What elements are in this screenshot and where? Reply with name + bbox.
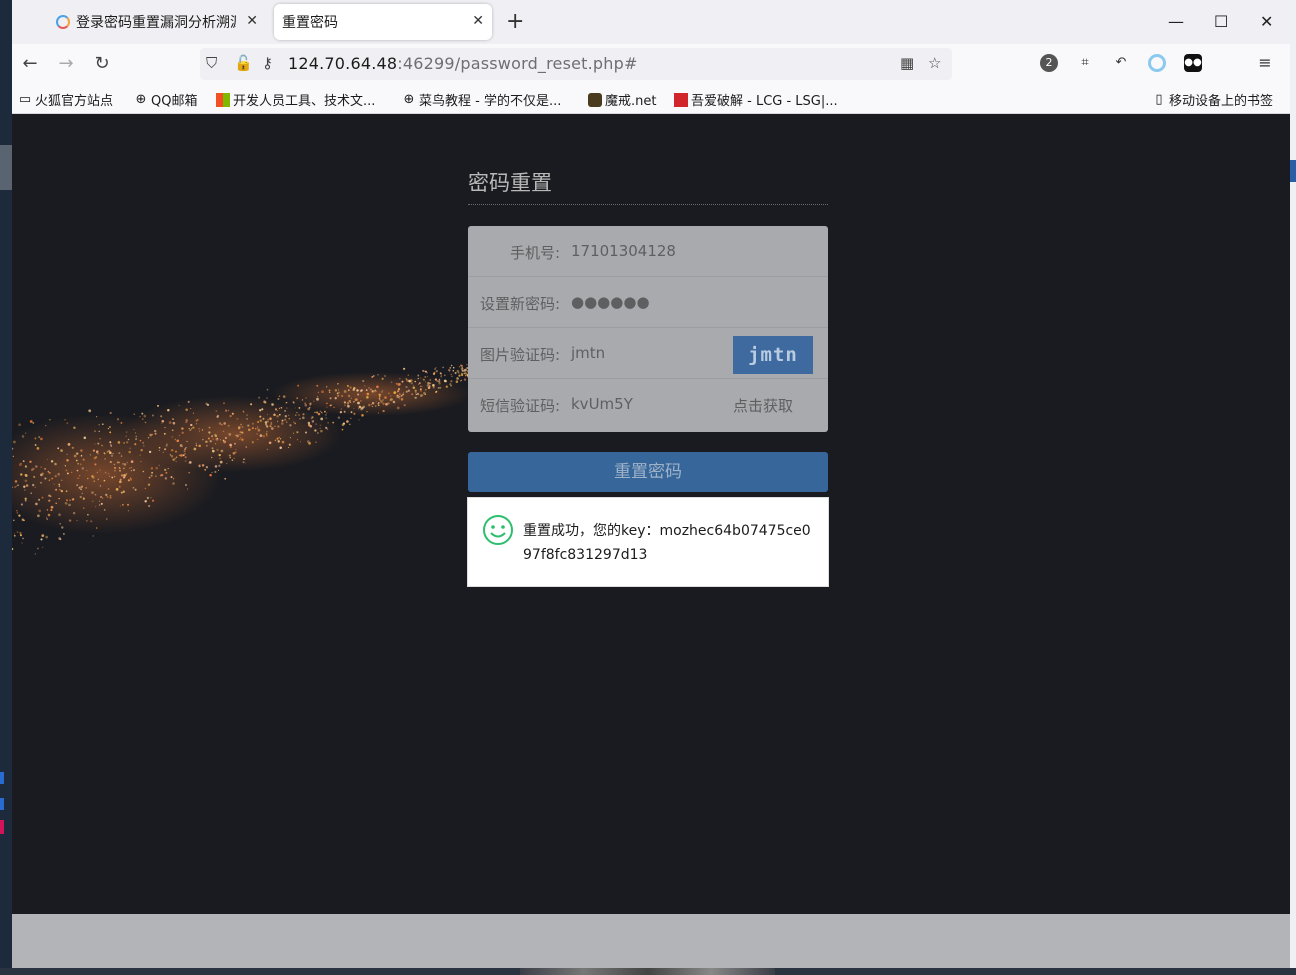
tampermonkey-icon[interactable]: ●● [1184, 54, 1202, 72]
spark-trail-decoration [12, 362, 478, 555]
shield-icon[interactable]: ⛉ [206, 54, 217, 72]
phone-input[interactable]: 17101304128 [571, 242, 676, 260]
qr-code-icon[interactable]: ▦ [900, 54, 914, 72]
desktop-left-edge [0, 0, 12, 975]
sms-code-row: 短信验证码: kvUm5Y 点击获取 [468, 379, 828, 430]
insecure-lock-icon[interactable]: 🔓 [234, 54, 253, 72]
title-divider [468, 204, 828, 205]
bookmark-star-icon[interactable]: ☆ [928, 54, 941, 72]
bottom-band [12, 914, 1290, 968]
page-content: 密码重置 手机号: 17101304128 设置新密码: ●●●●●● 图片验证… [12, 114, 1290, 914]
reload-icon[interactable]: ↻ [90, 52, 114, 76]
maximize-button[interactable]: ☐ [1214, 8, 1228, 36]
bookmark-item[interactable]: ⊕ 菜鸟教程 - 学的不仅是... [402, 90, 562, 109]
folder-icon: ▭ [18, 91, 32, 107]
close-icon[interactable]: ✕ [472, 13, 484, 29]
sms-code-input[interactable]: kvUm5Y [571, 395, 633, 413]
image-code-input[interactable]: jmtn [571, 344, 605, 362]
back-icon[interactable]: ← [18, 52, 42, 76]
tab-title: 登录密码重置漏洞分析溯源 [76, 15, 236, 31]
image-code-row: 图片验证码: jmtn jmtn [468, 328, 828, 379]
image-code-label: 图片验证码: [479, 346, 560, 364]
minimize-button[interactable]: — [1168, 8, 1184, 36]
reset-password-button[interactable]: 重置密码 [468, 452, 828, 492]
globe-icon: ⊕ [403, 91, 415, 107]
undo-icon[interactable]: ↶ [1112, 54, 1130, 72]
menu-icon[interactable]: ≡ [1256, 54, 1274, 72]
mobile-device-icon: ▯ [1155, 91, 1163, 107]
phone-row: 手机号: 17101304128 [468, 226, 828, 277]
key-icon[interactable]: ⚷ [262, 54, 273, 72]
bookmark-item[interactable]: 魔戒.net [588, 90, 656, 109]
navigation-bar: ← → ↻ ⛉ 🔓 ⚷ 124.70.64.48:46299/password_… [12, 44, 1290, 84]
globe-icon: ⊕ [135, 91, 147, 107]
52pojie-icon [674, 92, 688, 107]
page-title: 密码重置 [468, 171, 552, 195]
extension-badge-icon[interactable]: 2 [1040, 54, 1058, 72]
captcha-image[interactable]: jmtn [733, 336, 813, 374]
close-icon[interactable]: ✕ [246, 13, 258, 29]
tab-title: 重置密码 [282, 15, 338, 31]
bookmark-item[interactable]: 开发人员工具、技术文... [216, 90, 375, 109]
bookmark-item[interactable]: 吾爱破解 - LCG - LSG|... [674, 90, 838, 109]
tab-favicon-icon [56, 15, 70, 29]
forward-icon[interactable]: → [54, 52, 78, 76]
desktop-bottom-edge [0, 968, 1296, 975]
toast-message: 重置成功，您的key：mozhec64b07475ce097f8fc831297… [523, 523, 811, 563]
new-tab-button[interactable]: + [506, 8, 524, 36]
close-window-button[interactable]: ✕ [1260, 8, 1273, 36]
url-text[interactable]: 124.70.64.48:46299/password_reset.php# [288, 54, 638, 73]
tab-reset-password[interactable]: 重置密码 ✕ [274, 4, 492, 40]
microsoft-icon [216, 92, 230, 107]
new-password-input[interactable]: ●●●●●● [571, 293, 650, 311]
url-bar[interactable]: ⛉ 🔓 ⚷ 124.70.64.48:46299/password_reset.… [200, 48, 952, 80]
moji-icon [588, 92, 602, 107]
tab-password-reset-analysis[interactable]: 登录密码重置漏洞分析溯源 ✕ [48, 4, 266, 40]
tab-strip: 登录密码重置漏洞分析溯源 ✕ 重置密码 ✕ + — ☐ ✕ [12, 0, 1290, 44]
sms-code-label: 短信验证码: [479, 397, 560, 415]
success-toast: 重置成功，您的key：mozhec64b07475ce097f8fc831297… [467, 497, 829, 587]
get-sms-code-button[interactable]: 点击获取 [733, 395, 793, 416]
new-password-label: 设置新密码: [479, 295, 560, 313]
bookmark-item[interactable]: ▭ 火狐官方站点 [18, 90, 113, 109]
bookmarks-bar: ▭ 火狐官方站点 ⊕ QQ邮箱 开发人员工具、技术文... ⊕ 菜鸟教程 - 学的不仅… [12, 84, 1290, 114]
bookmark-item[interactable]: ⊕ QQ邮箱 [134, 90, 198, 109]
mobile-bookmarks[interactable]: ▯ 移动设备上的书签 [1152, 90, 1273, 109]
crop-icon[interactable]: ⌗ [1076, 54, 1094, 72]
password-row: 设置新密码: ●●●●●● [468, 277, 828, 328]
circle-extension-icon[interactable] [1148, 54, 1166, 72]
smile-icon [483, 515, 513, 545]
browser-window: 登录密码重置漏洞分析溯源 ✕ 重置密码 ✕ + — ☐ ✕ ← → ↻ ⛉ 🔓 … [12, 0, 1290, 968]
reset-form: 手机号: 17101304128 设置新密码: ●●●●●● 图片验证码: jm… [468, 226, 828, 432]
desktop-right-edge [1290, 0, 1296, 975]
phone-label: 手机号: [509, 244, 560, 262]
